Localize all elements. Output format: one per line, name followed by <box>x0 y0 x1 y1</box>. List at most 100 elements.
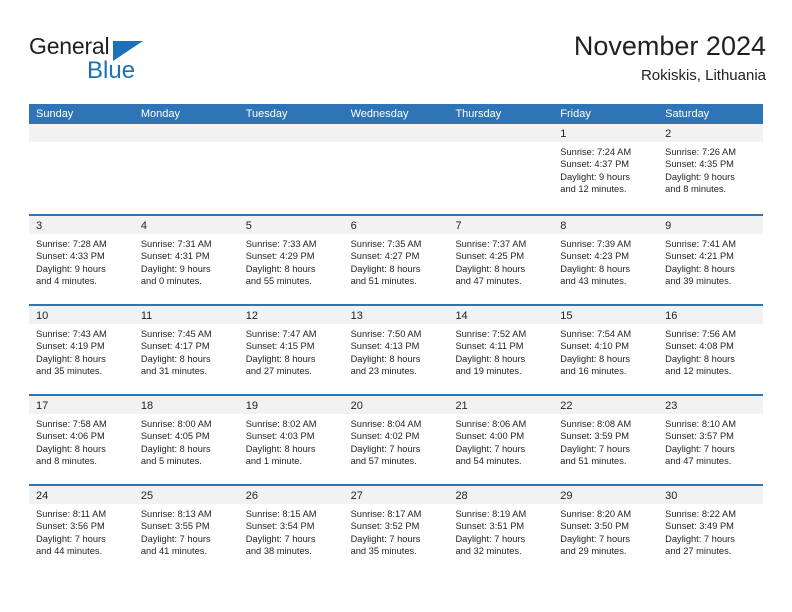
day-sun-info: Sunrise: 8:02 AM Sunset: 4:03 PM Daylight:… <box>239 414 344 468</box>
daylight-text-line1: Daylight: 8 hours <box>665 263 735 274</box>
calendar-day-cell[interactable]: 30 Sunrise: 8:22 AM Sunset: 3:49 PM Dayligh… <box>658 486 764 574</box>
day-number-band: 11 <box>133 306 239 324</box>
day-number: 23 <box>665 400 678 412</box>
day-number-band: 22 <box>553 396 659 414</box>
calendar-day-cell[interactable]: 7 Sunrise: 7:37 AM Sunset: 4:25 PM Daylight… <box>448 216 554 304</box>
sunrise-text: Sunrise: 8:08 AM <box>560 419 632 429</box>
sunset-text: Sunset: 4:02 PM <box>350 431 420 442</box>
day-number-band: 5 <box>238 216 344 234</box>
calendar-day-cell[interactable]: 5 Sunrise: 7:33 AM Sunset: 4:29 PM Daylight… <box>238 216 344 304</box>
calendar-day-cell[interactable]: 28 Sunrise: 8:19 AM Sunset: 3:51 PM Dayligh… <box>448 486 554 574</box>
daylight-text-line1: Daylight: 9 hours <box>140 263 211 274</box>
calendar-day-cell[interactable]: 11 Sunrise: 7:45 AM Sunset: 4:17 PM Dayligh… <box>133 306 239 394</box>
day-sun-info: Sunrise: 7:33 AM Sunset: 4:29 PM Daylight:… <box>239 234 344 288</box>
day-number: 26 <box>245 490 258 502</box>
day-sun-info: Sunrise: 8:15 AM Sunset: 3:54 PM Daylight:… <box>239 504 344 558</box>
calendar-day-cell[interactable]: 16 Sunrise: 7:56 AM Sunset: 4:08 PM Dayligh… <box>658 306 764 394</box>
daylight-text-line1: Daylight: 8 hours <box>560 353 631 364</box>
weekday-header-wednesday: Wednesday <box>350 108 409 120</box>
calendar-day-cell[interactable]: 6 Sunrise: 7:35 AM Sunset: 4:27 PM Daylight… <box>343 216 449 304</box>
sunrise-text: Sunrise: 8:19 AM <box>455 509 527 519</box>
daylight-text-line1: Daylight: 7 hours <box>455 533 526 544</box>
day-number-band: 2 <box>658 124 764 142</box>
day-number: 27 <box>350 490 363 502</box>
daylight-text-line1: Daylight: 8 hours <box>140 443 211 454</box>
day-number-band: 28 <box>448 486 554 504</box>
calendar-day-cell[interactable]: 25 Sunrise: 8:13 AM Sunset: 3:55 PM Dayligh… <box>133 486 239 574</box>
calendar-day-cell[interactable]: 4 Sunrise: 7:31 AM Sunset: 4:31 PM Daylight… <box>133 216 239 304</box>
daylight-text-line1: Daylight: 9 hours <box>36 263 106 274</box>
day-number: 16 <box>665 310 678 322</box>
day-number: 6 <box>350 220 357 232</box>
calendar-grid: Sunday Monday Tuesday Wednesday Thursday… <box>29 104 764 574</box>
day-number-band <box>343 124 449 142</box>
weekday-header-saturday: Saturday <box>665 108 710 120</box>
sunset-text: Sunset: 4:37 PM <box>560 159 630 170</box>
day-number-band: 1 <box>553 124 659 142</box>
calendar-day-cell[interactable]: 15 Sunrise: 7:54 AM Sunset: 4:10 PM Dayligh… <box>553 306 659 394</box>
weekday-header-friday: Friday <box>560 108 591 120</box>
sunset-text: Sunset: 4:19 PM <box>36 341 105 352</box>
day-sun-info: Sunrise: 7:41 AM Sunset: 4:21 PM Daylight:… <box>658 234 763 288</box>
calendar-day-cell[interactable]: 23 Sunrise: 8:10 AM Sunset: 3:57 PM Dayligh… <box>658 396 764 484</box>
day-number-band: 25 <box>133 486 239 504</box>
calendar-day-cell[interactable]: 13 Sunrise: 7:50 AM Sunset: 4:13 PM Dayligh… <box>343 306 449 394</box>
calendar-day-cell[interactable]: 21 Sunrise: 8:06 AM Sunset: 4:00 PM Dayligh… <box>448 396 554 484</box>
calendar-week-row: 3 Sunrise: 7:28 AM Sunset: 4:33 PM Daylight… <box>29 214 764 304</box>
day-number-band: 29 <box>553 486 659 504</box>
calendar-day-cell[interactable]: 14 Sunrise: 7:52 AM Sunset: 4:11 PM Dayligh… <box>448 306 554 394</box>
calendar-page: General Blue November 2024 Rokiskis, Lit… <box>0 0 792 612</box>
daylight-text-line2: and 23 minutes. <box>350 366 417 377</box>
calendar-week-row: 24 Sunrise: 8:11 AM Sunset: 3:56 PM Dayligh… <box>29 484 764 574</box>
sunrise-text: Sunrise: 8:02 AM <box>245 419 317 429</box>
daylight-text-line2: and 8 minutes. <box>36 456 97 467</box>
calendar-day-cell[interactable]: 22 Sunrise: 8:08 AM Sunset: 3:59 PM Dayligh… <box>553 396 659 484</box>
day-number-band: 13 <box>343 306 449 324</box>
sunrise-text: Sunrise: 8:20 AM <box>560 509 632 519</box>
day-number-band: 19 <box>238 396 344 414</box>
calendar-day-cell[interactable]: 20 Sunrise: 8:04 AM Sunset: 4:02 PM Dayligh… <box>343 396 449 484</box>
day-number: 20 <box>350 400 363 412</box>
weekday-header-tuesday: Tuesday <box>245 108 288 120</box>
calendar-day-cell[interactable]: 9 Sunrise: 7:41 AM Sunset: 4:21 PM Daylight… <box>658 216 764 304</box>
day-number: 29 <box>560 490 573 502</box>
daylight-text-line1: Daylight: 8 hours <box>455 263 526 274</box>
calendar-day-cell[interactable]: 29 Sunrise: 8:20 AM Sunset: 3:50 PM Dayligh… <box>553 486 659 574</box>
general-blue-logo[interactable]: General Blue <box>29 33 209 85</box>
day-sun-info: Sunrise: 7:58 AM Sunset: 4:06 PM Daylight:… <box>29 414 134 468</box>
calendar-day-cell[interactable]: 3 Sunrise: 7:28 AM Sunset: 4:33 PM Daylight… <box>29 216 134 304</box>
day-sun-info: Sunrise: 7:37 AM Sunset: 4:25 PM Daylight:… <box>448 234 553 288</box>
calendar-day-cell[interactable]: 26 Sunrise: 8:15 AM Sunset: 3:54 PM Dayligh… <box>238 486 344 574</box>
calendar-day-cell[interactable]: 8 Sunrise: 7:39 AM Sunset: 4:23 PM Daylight… <box>553 216 659 304</box>
calendar-day-cell[interactable]: 2 Sunrise: 7:26 AM Sunset: 4:35 PM Daylight… <box>658 124 764 214</box>
location-subtitle: Rokiskis, Lithuania <box>640 67 766 84</box>
daylight-text-line2: and 43 minutes. <box>560 276 627 287</box>
calendar-day-cell[interactable]: 10 Sunrise: 7:43 AM Sunset: 4:19 PM Dayligh… <box>29 306 134 394</box>
daylight-text-line2: and 32 minutes. <box>455 546 522 557</box>
day-number-band: 26 <box>238 486 344 504</box>
calendar-day-cell[interactable]: 12 Sunrise: 7:47 AM Sunset: 4:15 PM Dayligh… <box>238 306 344 394</box>
page-title: November 2024 <box>573 31 766 61</box>
sunset-text: Sunset: 4:17 PM <box>140 341 210 352</box>
calendar-day-cell[interactable]: 1 Sunrise: 7:24 AM Sunset: 4:37 PM Daylight… <box>553 124 659 214</box>
calendar-weeks: 1 Sunrise: 7:24 AM Sunset: 4:37 PM Daylight… <box>29 124 764 574</box>
calendar-day-cell[interactable]: 18 Sunrise: 8:00 AM Sunset: 4:05 PM Dayligh… <box>133 396 239 484</box>
daylight-text-line2: and 31 minutes. <box>140 366 208 377</box>
day-number-band: 21 <box>448 396 554 414</box>
calendar-day-cell[interactable]: 19 Sunrise: 8:02 AM Sunset: 4:03 PM Dayligh… <box>238 396 344 484</box>
day-number: 18 <box>140 400 154 412</box>
day-number-band: 4 <box>133 216 239 234</box>
day-number: 25 <box>140 490 154 502</box>
daylight-text-line1: Daylight: 7 hours <box>665 443 735 454</box>
sunrise-text: Sunrise: 7:26 AM <box>665 147 736 157</box>
day-sun-info: Sunrise: 7:28 AM Sunset: 4:33 PM Daylight:… <box>29 234 134 288</box>
daylight-text-line1: Daylight: 8 hours <box>245 443 316 454</box>
daylight-text-line2: and 54 minutes. <box>455 456 522 467</box>
weekday-header-sunday: Sunday <box>36 108 74 120</box>
day-number-band: 3 <box>29 216 134 234</box>
calendar-day-cell[interactable]: 24 Sunrise: 8:11 AM Sunset: 3:56 PM Dayligh… <box>29 486 134 574</box>
calendar-day-cell[interactable]: 27 Sunrise: 8:17 AM Sunset: 3:52 PM Dayligh… <box>343 486 449 574</box>
calendar-day-cell[interactable]: 17 Sunrise: 7:58 AM Sunset: 4:06 PM Dayligh… <box>29 396 134 484</box>
day-number: 22 <box>560 400 573 412</box>
day-number: 30 <box>665 490 678 502</box>
